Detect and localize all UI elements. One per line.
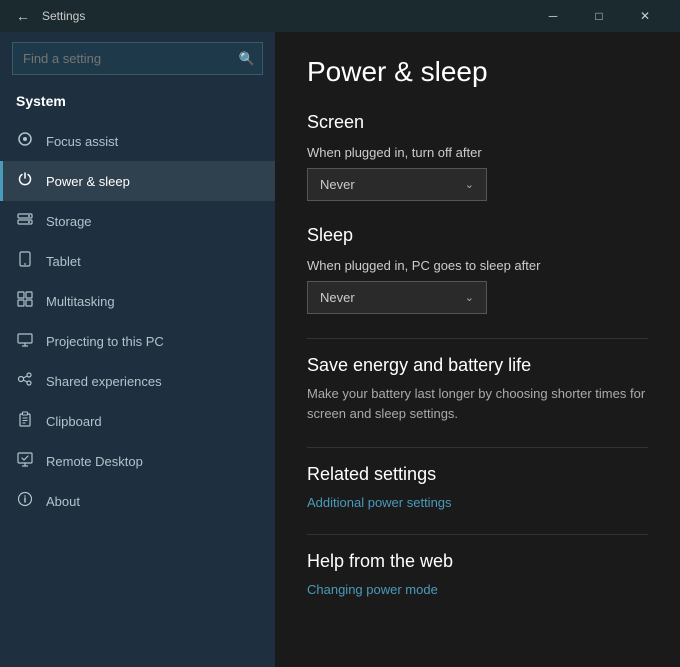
tablet-label: Tablet (46, 254, 81, 269)
screen-dropdown-arrow: ⌄ (465, 178, 474, 191)
sidebar-item-tablet[interactable]: Tablet (0, 241, 275, 281)
search-container: 🔍 (0, 32, 275, 85)
screen-label: When plugged in, turn off after (307, 145, 648, 160)
power-icon (16, 171, 34, 191)
remote-desktop-label: Remote Desktop (46, 454, 143, 469)
settings-window: ← Settings ─ □ ✕ 🔍 System Focus assist (0, 0, 680, 667)
focus-assist-label: Focus assist (46, 134, 118, 149)
storage-label: Storage (46, 214, 92, 229)
related-title: Related settings (307, 464, 648, 485)
sleep-label: When plugged in, PC goes to sleep after (307, 258, 648, 273)
sidebar-item-clipboard[interactable]: Clipboard (0, 401, 275, 441)
sidebar-item-shared-experiences[interactable]: Shared experiences (0, 361, 275, 401)
section-divider-1 (307, 338, 648, 339)
energy-description: Make your battery last longer by choosin… (307, 384, 648, 423)
clipboard-icon (16, 411, 34, 431)
projecting-label: Projecting to this PC (46, 334, 164, 349)
titlebar: ← Settings ─ □ ✕ (0, 0, 680, 32)
remote-desktop-icon (16, 451, 34, 471)
multitasking-label: Multitasking (46, 294, 115, 309)
sidebar-item-storage[interactable]: Storage (0, 201, 275, 241)
tablet-icon (16, 251, 34, 271)
sidebar-item-remote-desktop[interactable]: Remote Desktop (0, 441, 275, 481)
search-wrapper: 🔍 (12, 42, 263, 75)
sidebar-item-about[interactable]: About (0, 481, 275, 521)
about-label: About (46, 494, 80, 509)
multitasking-icon (16, 291, 34, 311)
section-divider-2 (307, 447, 648, 448)
screen-dropdown[interactable]: Never ⌄ (307, 168, 487, 201)
power-sleep-label: Power & sleep (46, 174, 130, 189)
focus-assist-icon (16, 131, 34, 151)
system-label: System (0, 85, 275, 121)
clipboard-label: Clipboard (46, 414, 102, 429)
search-input[interactable] (12, 42, 263, 75)
projecting-icon (16, 331, 34, 351)
about-icon (16, 491, 34, 511)
energy-title: Save energy and battery life (307, 355, 648, 376)
help-title: Help from the web (307, 551, 648, 572)
additional-power-settings-link[interactable]: Additional power settings (307, 495, 648, 510)
sidebar: 🔍 System Focus assist Power & sleep (0, 32, 275, 667)
changing-power-mode-link[interactable]: Changing power mode (307, 582, 648, 597)
shared-experiences-label: Shared experiences (46, 374, 162, 389)
minimize-button[interactable]: ─ (530, 0, 576, 32)
main-content: Power & sleep Screen When plugged in, tu… (275, 32, 680, 667)
section-divider-3 (307, 534, 648, 535)
sleep-dropdown-arrow: ⌄ (465, 291, 474, 304)
screen-section-title: Screen (307, 112, 648, 133)
window-title: Settings (42, 9, 85, 23)
sidebar-item-focus-assist[interactable]: Focus assist (0, 121, 275, 161)
page-title: Power & sleep (307, 56, 648, 88)
sleep-dropdown[interactable]: Never ⌄ (307, 281, 487, 314)
back-button[interactable]: ← (12, 4, 34, 28)
storage-icon (16, 211, 34, 231)
sleep-dropdown-value: Never (320, 290, 355, 305)
sidebar-item-multitasking[interactable]: Multitasking (0, 281, 275, 321)
sleep-section-title: Sleep (307, 225, 648, 246)
content-area: 🔍 System Focus assist Power & sleep (0, 32, 680, 667)
sidebar-item-power-sleep[interactable]: Power & sleep (0, 161, 275, 201)
maximize-button[interactable]: □ (576, 0, 622, 32)
window-controls: ─ □ ✕ (530, 0, 668, 32)
close-button[interactable]: ✕ (622, 0, 668, 32)
screen-dropdown-value: Never (320, 177, 355, 192)
sidebar-item-projecting[interactable]: Projecting to this PC (0, 321, 275, 361)
shared-experiences-icon (16, 371, 34, 391)
